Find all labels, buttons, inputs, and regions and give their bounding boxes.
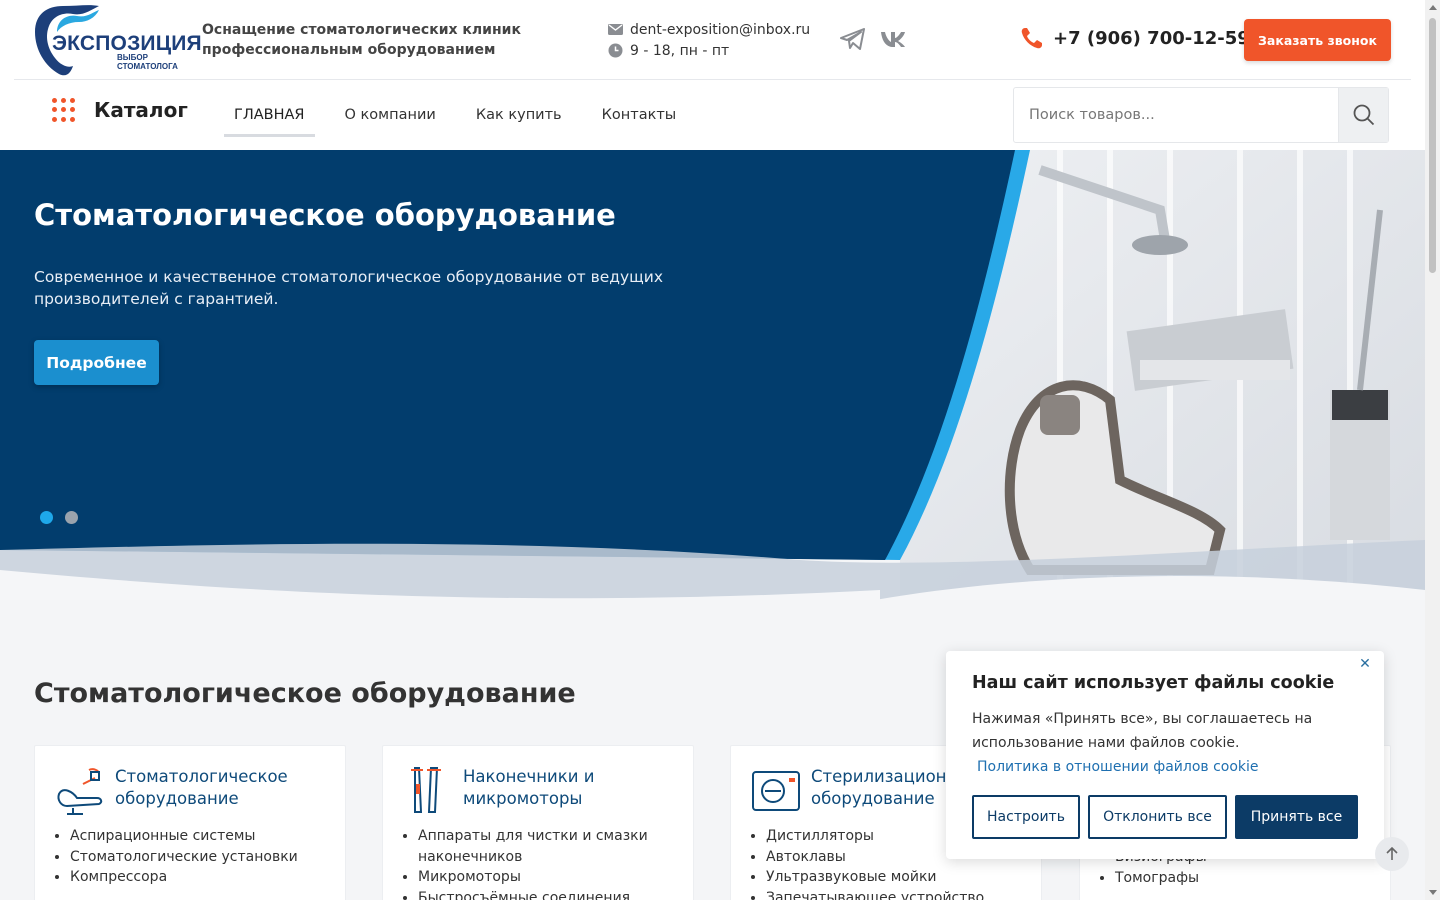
cookie-reject-button[interactable]: Отклонить все	[1088, 795, 1227, 839]
telegram-icon[interactable]	[840, 26, 866, 52]
page-scrollbar[interactable]	[1425, 0, 1440, 900]
list-item[interactable]: Стоматологические установки	[70, 847, 335, 868]
hero-more-button[interactable]: Подробнее	[34, 340, 159, 385]
section-title: Стоматологическое оборудование	[34, 678, 576, 709]
site-header: ЭКСПОЗИЦИЯ ВЫБОР СТОМАТОЛОГА Оснащение с…	[0, 0, 1425, 80]
cookie-text: Нажимая «Принять все», вы соглашаетесь н…	[972, 711, 1313, 751]
search-box	[1013, 87, 1389, 143]
search-icon	[1353, 104, 1374, 126]
card-title[interactable]: Наконечники и микромоторы	[463, 766, 683, 810]
clock-icon	[607, 43, 623, 59]
category-card[interactable]: Стоматологическое оборудование Аспирацио…	[34, 745, 346, 900]
search-button[interactable]	[1338, 88, 1388, 142]
slider-dot-1[interactable]	[40, 511, 53, 524]
phone-number: +7 (906) 700-12-59	[1053, 27, 1250, 49]
hours-row: 9 - 18, пн - пт	[607, 40, 810, 61]
hero-description: Современное и качественное стоматологиче…	[34, 268, 664, 308]
list-item[interactable]: Запечатывающее устройство	[766, 888, 1031, 900]
slider-dot-2[interactable]	[65, 511, 78, 524]
cookie-policy-link[interactable]: Политика в отношении файлов cookie	[977, 755, 1259, 779]
scroll-down-arrow[interactable]	[1429, 890, 1437, 895]
phone-icon	[1020, 26, 1044, 50]
category-card[interactable]: Наконечники и микромоторы Аппараты для ч…	[382, 745, 694, 900]
scroll-to-top-button[interactable]	[1375, 837, 1409, 871]
vk-icon[interactable]	[880, 26, 906, 52]
handpiece-icon	[411, 767, 441, 813]
list-item[interactable]: Томографы	[1115, 868, 1380, 889]
nav-menu: ГЛАВНАЯ О компании Как купить Контакты	[224, 80, 706, 150]
search-input[interactable]	[1014, 88, 1338, 142]
list-item[interactable]: Аппараты для чистки и смазки наконечнико…	[418, 826, 683, 867]
cookie-accept-button[interactable]: Принять все	[1235, 795, 1358, 839]
list-item[interactable]: Компрессора	[70, 867, 335, 888]
catalog-label: Каталог	[94, 98, 188, 122]
phone-link[interactable]: +7 (906) 700-12-59	[1020, 26, 1250, 50]
working-hours: 9 - 18, пн - пт	[630, 42, 730, 59]
callback-button[interactable]: Заказать звонок	[1244, 19, 1391, 61]
catalog-button[interactable]: Каталог	[52, 98, 188, 122]
main-navigation: Каталог ГЛАВНАЯ О компании Как купить Ко…	[0, 80, 1425, 150]
close-icon[interactable]: ✕	[1358, 657, 1372, 671]
list-item[interactable]: Быстросъёмные соединения	[418, 888, 683, 900]
cookie-title: Наш сайт использует файлы cookie	[972, 673, 1335, 693]
arrow-up-icon	[1386, 847, 1398, 860]
dental-chair-icon	[57, 768, 103, 815]
grid-dots-icon	[52, 98, 76, 122]
hero-title: Стоматологическое оборудование	[34, 198, 616, 232]
cookie-banner: ✕ Наш сайт использует файлы cookie Нажим…	[946, 651, 1384, 859]
social-links	[840, 26, 906, 52]
list-item[interactable]: Микромоторы	[418, 867, 683, 888]
logo[interactable]: ЭКСПОЗИЦИЯ ВЫБОР СТОМАТОЛОГА	[33, 2, 202, 78]
email-link[interactable]: dent-exposition@inbox.ru	[630, 22, 810, 38]
nav-item-contacts[interactable]: Контакты	[592, 80, 687, 150]
nav-item-how-to-buy[interactable]: Как купить	[466, 80, 572, 150]
logo-subtitle: ВЫБОР СТОМАТОЛОГА	[117, 53, 178, 71]
scroll-up-arrow[interactable]	[1429, 5, 1437, 10]
list-item[interactable]: Ультразвуковые мойки	[766, 867, 1031, 888]
card-title[interactable]: Стоматологическое оборудование	[115, 766, 335, 810]
nav-item-about[interactable]: О компании	[335, 80, 446, 150]
tagline: Оснащение стоматологических клиник профе…	[202, 22, 521, 58]
sterilizer-icon	[752, 771, 800, 811]
scrollbar-thumb[interactable]	[1429, 18, 1436, 273]
card-list: Аспирационные системы Стоматологические …	[70, 826, 335, 888]
cookie-settings-button[interactable]: Настроить	[972, 795, 1080, 839]
card-list: Аппараты для чистки и смазки наконечнико…	[418, 826, 683, 900]
email-row[interactable]: dent-exposition@inbox.ru	[607, 19, 810, 40]
contact-info: dent-exposition@inbox.ru 9 - 18, пн - пт	[607, 19, 810, 61]
nav-item-home[interactable]: ГЛАВНАЯ	[224, 80, 315, 150]
list-item[interactable]: Аспирационные системы	[70, 826, 335, 847]
mail-icon	[607, 22, 623, 38]
hero-slider: Стоматологическое оборудование Современн…	[0, 150, 1425, 600]
